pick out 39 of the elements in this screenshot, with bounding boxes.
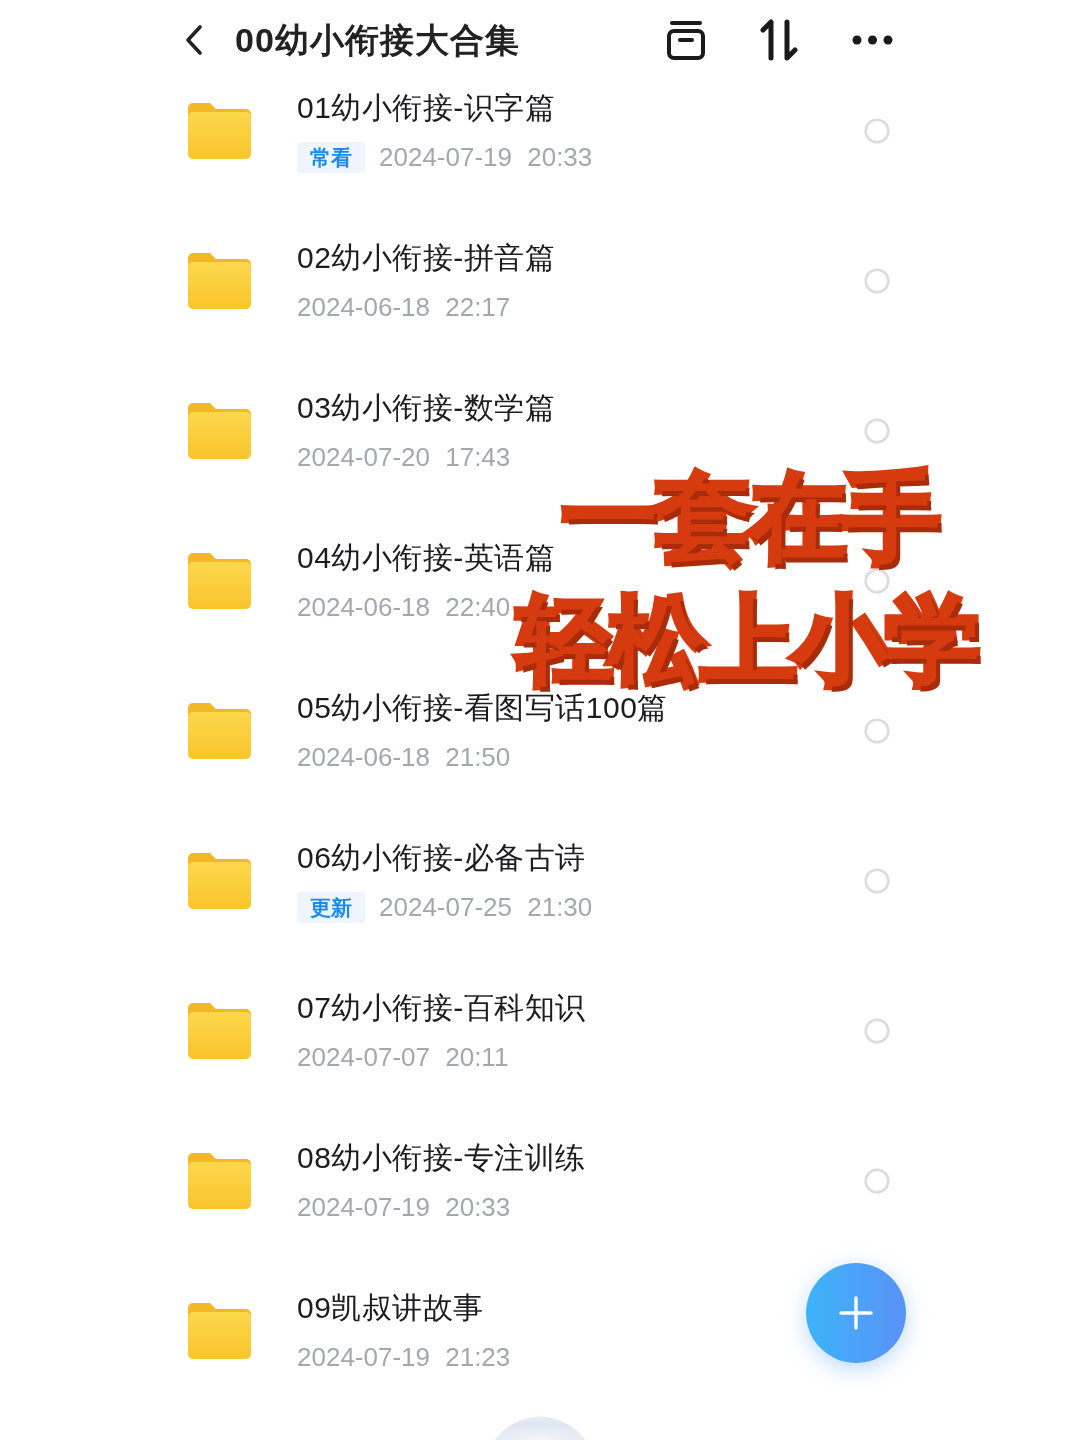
folder-tag: 更新 <box>297 891 365 923</box>
folder-name[interactable]: 05幼小衔接-看图写话100篇 <box>297 689 668 727</box>
folder-icon <box>188 403 251 459</box>
folder-icon <box>188 253 251 309</box>
folder-icon <box>188 1303 251 1359</box>
modified-time: 2024-07-19 20:33 <box>379 141 593 173</box>
page-title: 00幼小衔接大合集 <box>235 23 520 57</box>
folder-name[interactable]: 03幼小衔接-数学篇 <box>297 389 556 427</box>
modified-time: 2024-06-18 22:40 <box>297 591 511 623</box>
folder-tag: 常看 <box>297 141 365 173</box>
folder-name[interactable]: 04幼小衔接-英语篇 <box>297 539 556 577</box>
folder-icon <box>188 103 251 159</box>
folder-icon <box>188 1003 251 1059</box>
archive-icon[interactable] <box>666 19 706 61</box>
modified-time: 2024-07-20 17:43 <box>297 441 511 473</box>
folder-icon <box>188 1153 251 1209</box>
overlay-caption: 轻松上小学 <box>518 594 978 688</box>
overlay-caption: 一套在手 <box>562 470 938 566</box>
more-icon[interactable] <box>852 35 893 45</box>
folder-name[interactable]: 08幼小衔接-专注训练 <box>297 1139 586 1177</box>
folder-name[interactable]: 09凯叔讲故事 <box>297 1289 484 1327</box>
modified-time: 2024-07-25 21:30 <box>379 891 593 923</box>
folder-icon <box>188 703 251 759</box>
modified-time: 2024-07-19 21:23 <box>297 1341 511 1373</box>
modified-time: 2024-07-07 20:11 <box>297 1041 509 1073</box>
add-button[interactable] <box>806 1263 906 1363</box>
modified-time: 2024-06-18 21:50 <box>297 741 511 773</box>
modified-time: 2024-06-18 22:17 <box>297 291 511 323</box>
sort-icon[interactable] <box>760 19 798 61</box>
folder-icon <box>188 853 251 909</box>
folder-name[interactable]: 07幼小衔接-百科知识 <box>297 989 586 1027</box>
plus-icon <box>838 1295 874 1331</box>
folder-icon <box>188 553 251 609</box>
select-circle-icon[interactable] <box>864 568 890 594</box>
folder-name[interactable]: 02幼小衔接-拼音篇 <box>297 239 556 277</box>
modified-time: 2024-07-19 20:33 <box>297 1191 511 1223</box>
back-icon[interactable] <box>184 24 204 56</box>
folder-name[interactable]: 01幼小衔接-识字篇 <box>297 89 556 127</box>
folder-name[interactable]: 06幼小衔接-必备古诗 <box>297 839 586 877</box>
